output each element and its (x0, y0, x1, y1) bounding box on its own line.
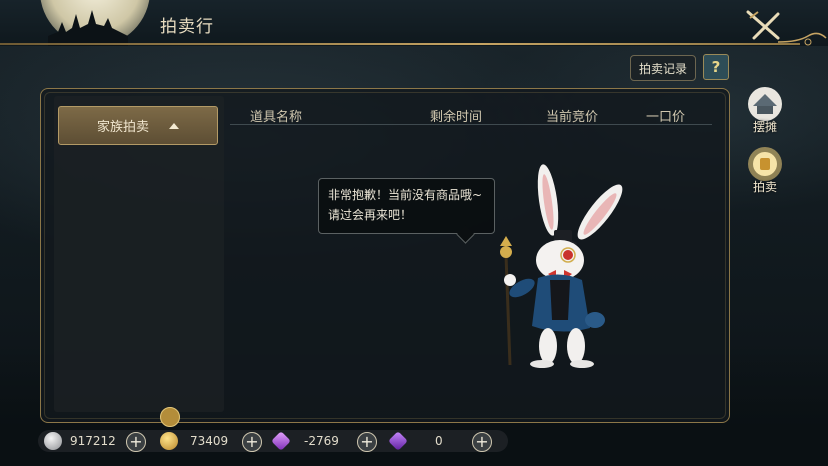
column-header-buyout-price: 一口价 (646, 110, 686, 125)
empty-message-bubble: 非常抱歉！当前没有商品哦~请过会再来吧！ (318, 178, 495, 234)
add-violet-gem-button[interactable]: + (472, 432, 492, 452)
page-title: 拍卖行 (160, 17, 214, 37)
help-button[interactable]: ? (703, 54, 729, 80)
currency-value: 73409 (190, 434, 229, 448)
tab-label: 家族拍卖 (96, 120, 149, 135)
auction-icon (748, 147, 782, 181)
currency-value: 0 (435, 434, 443, 448)
side-nav-stall[interactable]: 摆摊 (741, 86, 789, 140)
rabbit-mascot (500, 164, 623, 368)
castle-icon (48, 10, 128, 46)
column-header-time-left: 剩余时间 (430, 110, 483, 125)
column-header-current-bid: 当前竞价 (546, 110, 599, 125)
side-nav-label: 摆摊 (752, 120, 777, 134)
add-gold-button[interactable]: + (242, 432, 262, 452)
top-bar-divider (0, 43, 800, 45)
violet-gem-icon (388, 431, 408, 451)
tab-family-auction[interactable]: 家族拍卖 (58, 106, 218, 145)
side-nav-auction[interactable]: 拍卖 (741, 146, 789, 200)
gold-coin-icon (160, 432, 178, 450)
currency-value: 917212 (70, 434, 116, 448)
currency-silver: 917212 (44, 430, 116, 452)
silver-coin-icon (44, 432, 62, 450)
currency-purple-gem: -2769 (271, 430, 339, 452)
lock-icon[interactable] (160, 407, 180, 427)
add-purple-gem-button[interactable]: + (357, 432, 377, 452)
triangle-up-icon (169, 122, 179, 129)
stall-icon (748, 87, 782, 121)
currency-value: -2769 (304, 434, 339, 448)
auction-record-button[interactable]: 拍卖记录 (630, 55, 696, 81)
purple-gem-icon (271, 431, 291, 451)
corner-ornament (778, 32, 827, 46)
currency-violet-gem: 0 (388, 430, 443, 452)
column-header-item-name: 道具名称 (250, 110, 303, 125)
currency-gold: 73409 (160, 430, 228, 452)
add-silver-button[interactable]: + (126, 432, 146, 452)
side-nav-label: 拍卖 (752, 180, 777, 194)
table-header-divider (230, 124, 712, 125)
